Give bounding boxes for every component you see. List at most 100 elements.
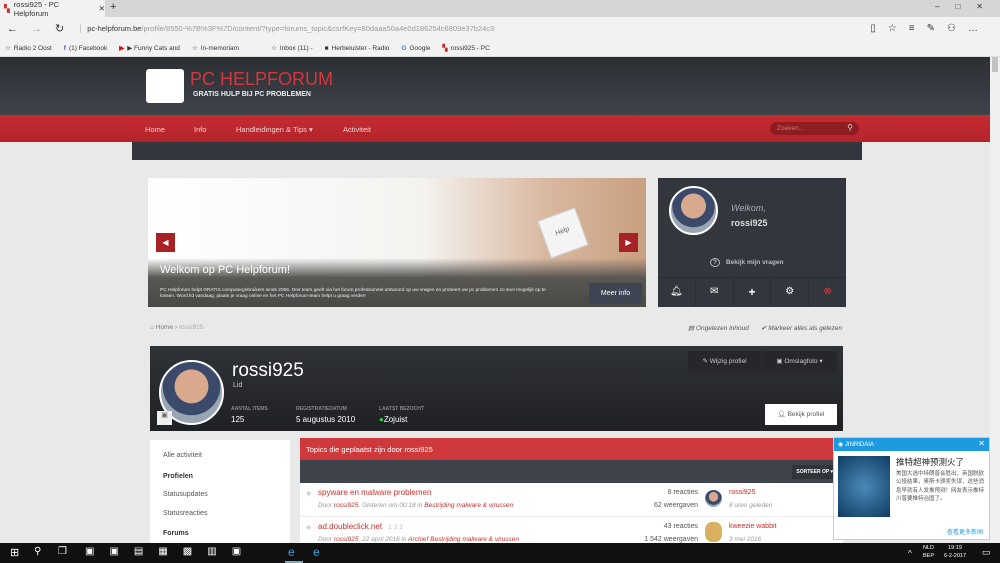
nav-info[interactable]: Info [194, 125, 207, 134]
pinned-apps-icons[interactable]: ▣▣▤▦▩▥▣ [85, 546, 256, 557]
sidebar-item-all-activity[interactable]: Alle activiteit [163, 452, 202, 459]
table-row: ★ spyware en malware problemen Door ross… [300, 483, 843, 517]
close-icon[interactable]: ✕ [978, 439, 985, 448]
window-controls[interactable]: –□✕ [935, 2, 999, 11]
sort-button[interactable]: SORTEER OP ▾ [792, 465, 837, 479]
tray-chevron-icon[interactable]: ^ [908, 549, 912, 558]
sidebar-heading-forums[interactable]: Forums [163, 530, 189, 537]
welcome-banner: Help ◀ ▶ Welkom op PC Helpforum! PC Help… [148, 178, 646, 307]
next-slide-button[interactable]: ▶ [619, 233, 638, 252]
breadcrumb: ⌂ Home › rossi925 [150, 324, 204, 331]
new-tab-icon[interactable]: + [110, 1, 116, 13]
clock[interactable]: 19:19 6-2-2017 [944, 545, 966, 560]
nav-home[interactable]: Home [145, 125, 165, 134]
welcome-panel: Welkom, rossi925 ? Bekijk mijn vragen 🔔︎ … [658, 178, 846, 307]
page-link: 3 [399, 525, 403, 531]
favorite-item[interactable]: ■ Herbeluister - Radio [325, 45, 390, 52]
favorite-item[interactable]: f (1) Facebook [64, 45, 107, 52]
change-photo-icon[interactable]: ▣ [157, 411, 172, 425]
taskbar: ⊞ ⚲ ❐ ▣▣▤▦▩▥▣ e e ^ NLD BEP 19:19 6-2-2017… [0, 543, 1000, 563]
topic-forum[interactable]: Archief Bestrijding malware & virussen [408, 536, 519, 543]
app-icon: ◉ [838, 442, 844, 448]
main-nav: Home Info Handleidingen & Tips ▾ Activit… [0, 115, 990, 142]
topic-title[interactable]: spyware en malware problemen [318, 488, 431, 497]
browser-tab[interactable]: ▚ rossi925 - PC Helpforum ✕ [0, 0, 105, 18]
last-poster-avatar[interactable] [705, 522, 722, 542]
last-poster[interactable]: rossi925 [729, 489, 755, 496]
breadcrumb-home[interactable]: ⌂ Home [150, 324, 173, 331]
unread-content-link[interactable]: ▤ Ongelezen inhoud [688, 324, 749, 332]
search-icon[interactable]: ⚲ [847, 123, 853, 132]
star-icon[interactable]: ★ [305, 523, 312, 532]
mark-read-link[interactable]: ✔ Markeer alles als gelezen [761, 324, 842, 332]
news-notification[interactable]: ◉ JINRIDAIA ✕ 推特超神预测火了 美国大选中特朗普会胜出，英国脱欧公投… [833, 437, 990, 540]
last-poster[interactable]: kweezie wabbit [729, 523, 776, 530]
back-icon[interactable]: ← [7, 23, 18, 35]
welcome-username[interactable]: rossi925 [731, 218, 768, 228]
refresh-icon[interactable]: ↻ [55, 22, 64, 35]
search-icon[interactable]: ⚲ [34, 546, 41, 557]
forward-icon[interactable]: → [31, 23, 42, 35]
start-windows-icon[interactable]: ⊞ [10, 546, 19, 559]
sign-out-icon[interactable]: ⊗ [809, 278, 846, 307]
last-poster-avatar[interactable] [705, 490, 722, 507]
sub-nav-bar [132, 142, 862, 160]
favorite-item[interactable]: ▶ ▶ Funny Cats and [119, 44, 180, 52]
prev-slide-button[interactable]: ◀ [156, 233, 175, 252]
notification-headline: 推特超神预测火了 [896, 457, 965, 467]
url-field[interactable]: pc-helpforum.be/profile/8550-%7B%3F%7D/c… [80, 24, 494, 33]
messages-envelope-icon[interactable]: ✉ [696, 278, 734, 307]
logo-title[interactable]: PC HELPFORUM [190, 69, 333, 90]
favorites-bar: ☆ Radio 2 Oost f (1) Facebook ▶ ▶ Funny Cat… [0, 40, 1000, 57]
logo-icon[interactable] [146, 69, 184, 103]
logo-subtitle: GRATIS HULP BIJ PC PROBLEMEN [193, 91, 311, 98]
profile-name: rossi925 [232, 360, 304, 381]
toolbar-icons[interactable]: ▯☆≡✎⚇… [870, 23, 990, 34]
cover-photo-button[interactable]: ▣ Omslagfoto ▾ [762, 351, 837, 372]
page-link: 2 [393, 525, 398, 531]
user-avatar[interactable] [669, 186, 718, 235]
my-questions-link[interactable]: ? Bekijk mijn vragen [710, 258, 783, 267]
scrollbar[interactable] [990, 57, 1000, 543]
profile-header: ▣ rossi925 Lid AANTAL ITEMS 125 REGISTRAT… [150, 346, 843, 431]
topic-title[interactable]: ad.doubleclick.net 1 2 3 [318, 522, 403, 531]
nav-handleidingen[interactable]: Handleidingen & Tips ▾ [236, 125, 313, 134]
stat-items: AANTAL ITEMS 125 [231, 406, 268, 424]
edge-browser-icon[interactable]: e [288, 545, 295, 559]
star-icon[interactable]: ★ [305, 489, 312, 498]
edit-profile-button[interactable]: ✎ Wijzig profiel [688, 351, 761, 372]
notification-body: 美国大选中特朗普会胜出，英国脱欧公投结果，奥斯卡颁奖失误，这些消息早就有人发推预… [896, 471, 985, 502]
profile-sidebar: Alle activiteit Profielen Statusupdates … [150, 440, 290, 550]
more-info-button[interactable]: Meer info [589, 283, 642, 304]
site-header: PC HELPFORUM GRATIS HULP BIJ PC PROBLEME… [0, 57, 990, 115]
topics-header: Topics die geplaatst zijn door rossi925 [300, 438, 843, 460]
search-input[interactable]: Zoeken... ⚲ [770, 122, 859, 135]
banner-text: PC Helpforum helpt GRATIS computergebrui… [160, 288, 546, 300]
sidebar-item-status-replies[interactable]: Statusreacties [163, 510, 207, 517]
favorite-item[interactable]: ☆ Radio 2 Oost [5, 44, 52, 53]
view-profile-button[interactable]: 👤︎ Bekijk profiel [765, 404, 837, 425]
favorite-item[interactable]: ☆ Inbox (11) - [271, 44, 313, 53]
page-link: 1 [388, 525, 392, 531]
tab-bar: ▚ rossi925 - PC Helpforum ✕ + –□✕ [0, 0, 1000, 18]
ie-browser-icon[interactable]: e [313, 545, 320, 559]
stat-registration: REGISTRATIEDATUM 5 augustus 2010 [296, 406, 356, 424]
favorite-item[interactable]: ☆ In-memoriam [192, 44, 239, 53]
favorite-item[interactable]: G Google [401, 45, 430, 52]
task-view-icon[interactable]: ❐ [58, 546, 67, 557]
action-center-icon[interactable]: ▭ [982, 547, 991, 558]
topic-author[interactable]: rossi925 [334, 536, 359, 543]
settings-gear-icon[interactable]: ⚙ [771, 278, 810, 307]
nav-activiteit[interactable]: Activiteit [343, 125, 371, 134]
twitter-bird-image [838, 456, 890, 517]
favorite-item[interactable]: ▚ rossi925 - PC [442, 44, 489, 53]
topic-forum[interactable]: Bestrijding malware & virussen [424, 502, 513, 509]
topic-author[interactable]: rossi925 [334, 502, 359, 509]
close-tab-icon[interactable]: ✕ [99, 4, 105, 13]
create-plus-icon[interactable]: + [734, 278, 772, 307]
notifications-bell-icon[interactable]: 🔔︎ [658, 278, 696, 307]
question-icon: ? [710, 258, 720, 267]
language-indicator[interactable]: NLD BEP [923, 545, 934, 560]
more-news-link[interactable]: 查看更多新闻 [947, 527, 983, 536]
sidebar-item-status-updates[interactable]: Statusupdates [163, 491, 208, 498]
